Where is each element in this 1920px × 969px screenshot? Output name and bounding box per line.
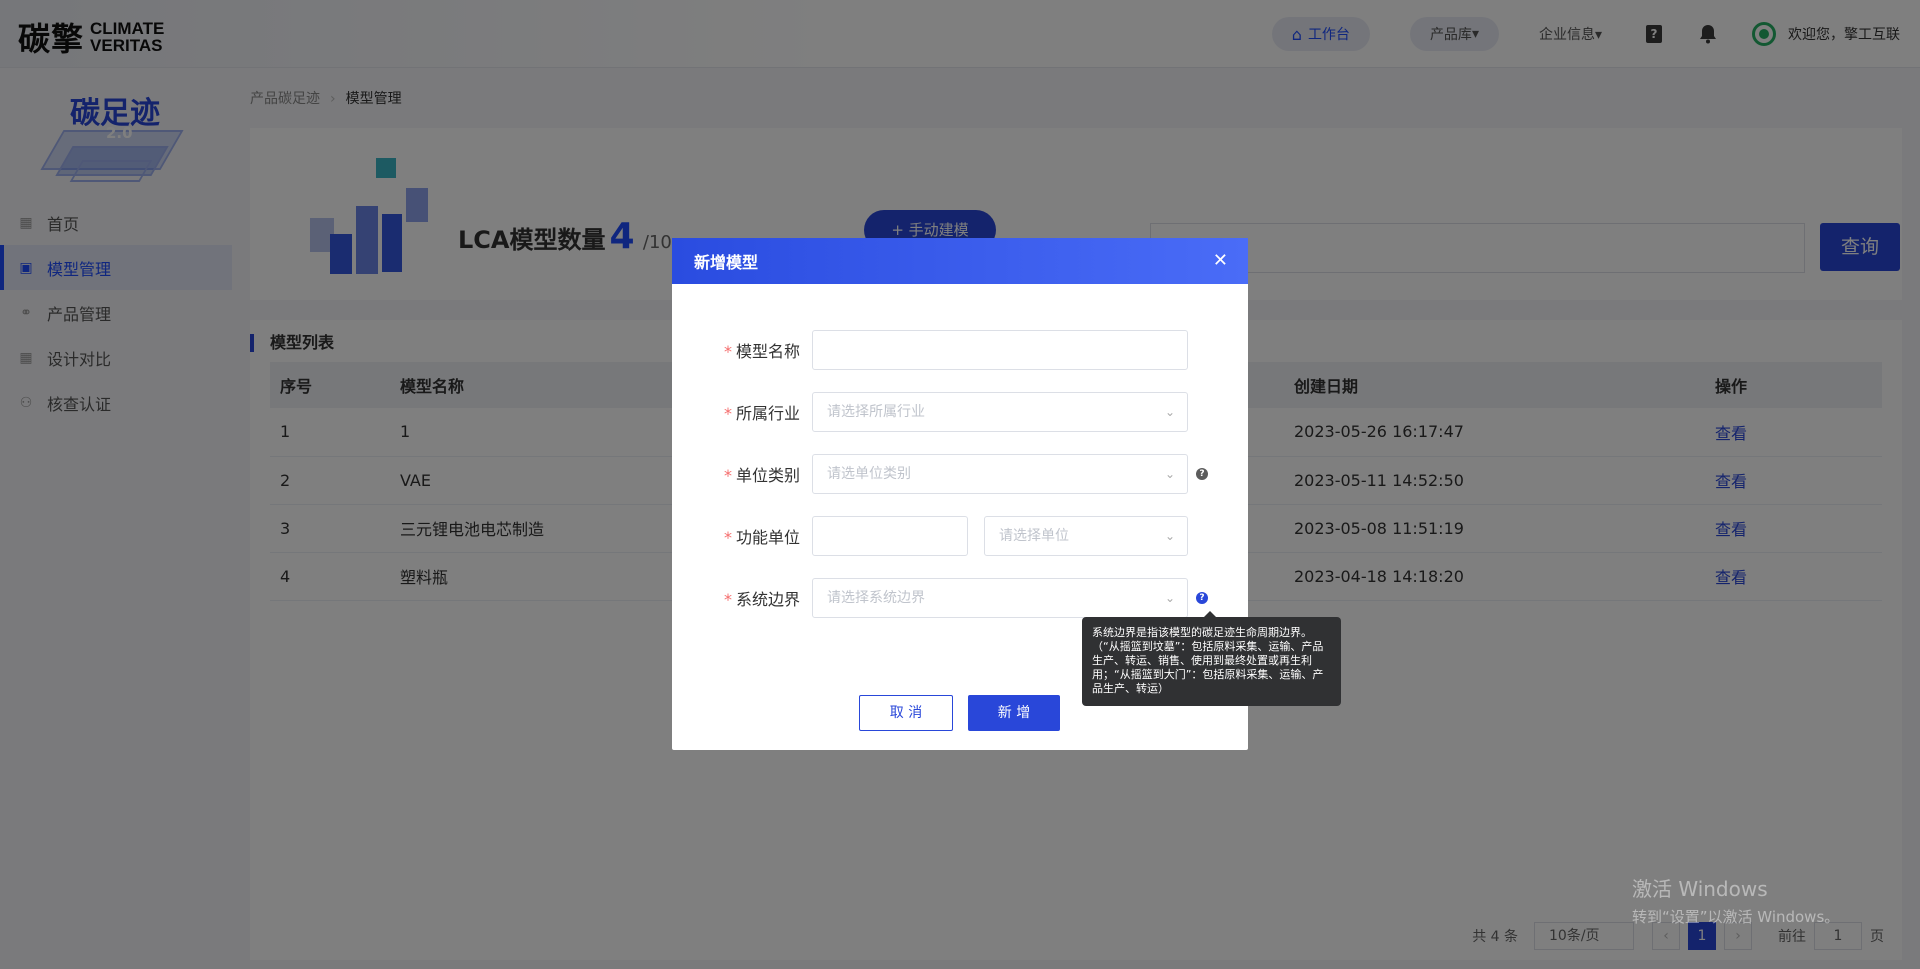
industry-select[interactable]: 请选择所属行业 ⌄: [812, 392, 1188, 432]
chevron-down-icon: ⌄: [1164, 529, 1175, 543]
field-row-func-unit: * 功能单位 请选择单位 ⌄: [672, 516, 1188, 556]
field-row-unit-type: * 单位类别 请选单位类别 ⌄ ?: [672, 454, 1208, 494]
func-unit-input[interactable]: [812, 516, 968, 556]
field-row-name: * 模型名称: [672, 330, 1188, 370]
add-button[interactable]: 新 增: [968, 695, 1060, 731]
unit-type-select[interactable]: 请选单位类别 ⌄: [812, 454, 1188, 494]
windows-activation-watermark: 激活 Windows 转到“设置”以激活 Windows。: [1632, 877, 1840, 926]
field-row-industry: * 所属行业 请选择所属行业 ⌄: [672, 392, 1188, 432]
cancel-button[interactable]: 取 消: [859, 695, 953, 731]
dialog-title: 新增模型: [694, 253, 759, 272]
boundary-tooltip: 系统边界是指该模型的碳足迹生命周期边界。（“从摇篮到坟墓”：包括原料采集、运输、…: [1082, 611, 1341, 706]
chevron-down-icon: ⌄: [1164, 591, 1175, 605]
chevron-down-icon: ⌄: [1164, 467, 1175, 481]
model-name-input[interactable]: [812, 330, 1188, 370]
boundary-select[interactable]: 请选择系统边界 ⌄: [812, 578, 1188, 618]
field-row-boundary: * 系统边界 请选择系统边界 ⌄ ?: [672, 578, 1208, 618]
unit-select[interactable]: 请选择单位 ⌄: [984, 516, 1188, 556]
dialog-header: 新增模型 ✕: [672, 238, 1248, 284]
help-icon[interactable]: ?: [1196, 592, 1208, 604]
chevron-down-icon: ⌄: [1164, 405, 1175, 419]
help-icon[interactable]: ?: [1196, 468, 1208, 480]
close-icon[interactable]: ✕: [1213, 250, 1228, 271]
